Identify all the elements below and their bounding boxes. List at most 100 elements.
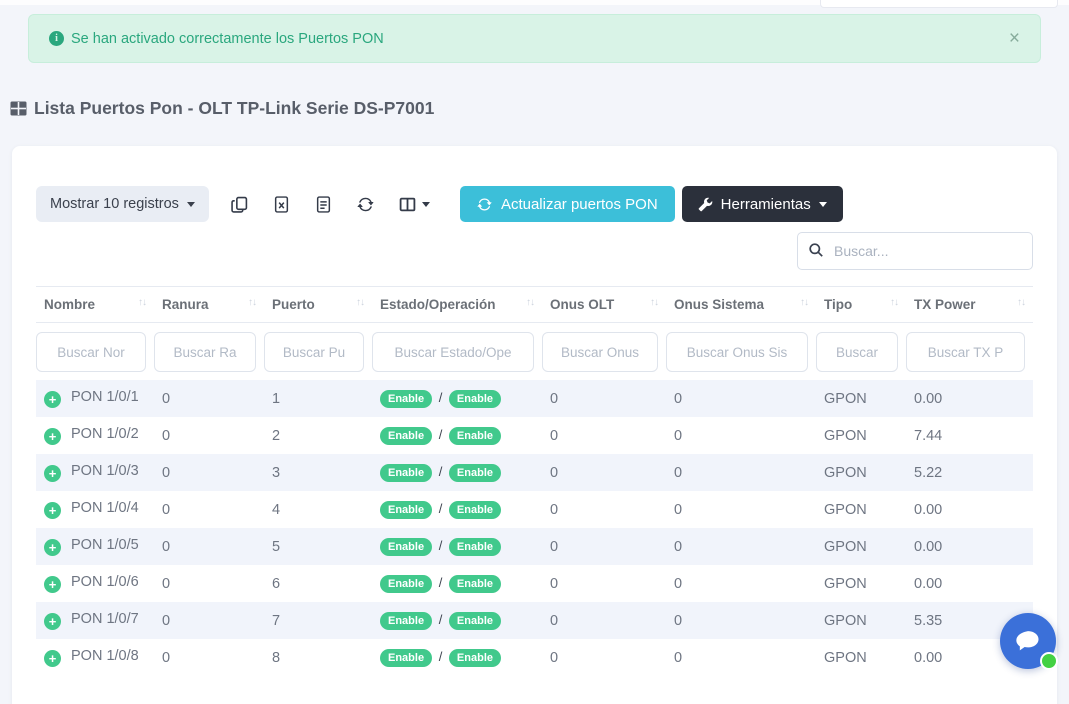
cell-onus-olt: 0 — [542, 454, 666, 491]
filter-input-onus-sistema[interactable] — [666, 332, 808, 372]
expand-row-icon[interactable]: + — [44, 576, 61, 593]
expand-row-icon[interactable]: + — [44, 391, 61, 408]
cell-tx-power: 5.22 — [906, 454, 1033, 491]
cell-nombre: + PON 1/0/2 — [36, 417, 154, 454]
admin-state-badge: Enable — [380, 649, 432, 667]
cell-onus-sistema: 0 — [666, 602, 816, 639]
filter-cell — [264, 323, 372, 381]
admin-state-badge: Enable — [380, 575, 432, 593]
sort-icons: ↑↓ — [526, 297, 534, 308]
chat-bubble-icon — [1014, 628, 1042, 654]
port-name: PON 1/0/3 — [71, 463, 139, 479]
column-header-ranura[interactable]: Ranura↑↓ — [154, 287, 264, 323]
cell-tipo: GPON — [816, 417, 906, 454]
filter-input-puerto[interactable] — [264, 332, 364, 372]
show-entries-dropdown[interactable]: Mostrar 10 registros — [36, 186, 209, 222]
estado-separator: / — [435, 649, 446, 664]
alert-close-icon[interactable]: × — [1009, 29, 1020, 48]
cell-onus-sistema: 0 — [666, 380, 816, 417]
admin-state-badge: Enable — [380, 612, 432, 630]
port-name: PON 1/0/2 — [71, 426, 139, 442]
cell-puerto: 7 — [264, 602, 372, 639]
search-icon — [808, 242, 824, 258]
sort-icons: ↑↓ — [650, 297, 658, 308]
filter-input-nombre[interactable] — [36, 332, 146, 372]
column-label: Puerto — [272, 297, 315, 312]
filter-cell — [906, 323, 1033, 381]
column-header-nombre[interactable]: Nombre↑↓ — [36, 287, 154, 323]
filter-cell — [154, 323, 264, 381]
cell-puerto: 6 — [264, 565, 372, 602]
table-row: +PON 1/0/202Enable / Enable00GPON7.44 — [36, 417, 1033, 454]
cell-tx-power: 7.44 — [906, 417, 1033, 454]
cell-nombre: +PON 1/0/7 — [36, 602, 154, 639]
sort-icons: ↑↓ — [248, 297, 256, 308]
cell-estado-operacion: Enable / Enable — [372, 565, 542, 602]
expand-row-icon[interactable]: + — [44, 650, 61, 667]
copy-icon[interactable] — [231, 196, 248, 213]
cell-tx-power: 0.00 — [906, 491, 1033, 528]
expand-row-icon[interactable]: + — [44, 502, 61, 519]
search-box — [797, 232, 1033, 270]
expand-row-icon[interactable]: + — [44, 613, 61, 630]
cell-estado-operacion: Enable / Enable — [372, 602, 542, 639]
column-visibility-dropdown[interactable] — [399, 196, 430, 213]
sort-icons: ↑↓ — [138, 297, 146, 308]
cell-estado-operacion: Enable / Enable — [372, 380, 542, 417]
cell-onus-olt: 0 — [542, 565, 666, 602]
column-label: Tipo — [824, 297, 852, 312]
chevron-down-icon — [422, 202, 430, 207]
port-name: PON 1/0/8 — [71, 648, 139, 664]
refresh-icon — [477, 197, 492, 212]
cell-onus-olt: 0 — [542, 602, 666, 639]
expand-row-icon[interactable]: + — [44, 539, 61, 556]
cell-puerto: 4 — [264, 491, 372, 528]
cell-ranura: 0 — [154, 380, 264, 417]
column-header-onus-sistema[interactable]: Onus Sistema↑↓ — [666, 287, 816, 323]
success-alert: i Se han activado correctamente los Puer… — [28, 14, 1041, 63]
cell-tipo: GPON — [816, 639, 906, 676]
pon-ports-table: Nombre↑↓Ranura↑↓Puerto↑↓Estado/Operación… — [36, 286, 1033, 676]
export-file-icon[interactable] — [315, 196, 332, 213]
filter-input-ranura[interactable] — [154, 332, 256, 372]
search-input[interactable] — [797, 232, 1033, 270]
estado-separator: / — [435, 464, 446, 479]
port-name: PON 1/0/5 — [71, 537, 139, 553]
expand-row-icon[interactable]: + — [44, 428, 61, 445]
column-label: Onus OLT — [550, 297, 614, 312]
cell-ranura: 0 — [154, 528, 264, 565]
tools-dropdown-label: Herramientas — [721, 196, 811, 213]
export-excel-icon[interactable] — [273, 196, 290, 213]
cell-estado-operacion: Enable / Enable — [372, 454, 542, 491]
column-header-tipo[interactable]: Tipo↑↓ — [816, 287, 906, 323]
column-header-tx-power[interactable]: TX Power↑↓ — [906, 287, 1033, 323]
expand-row-icon[interactable]: + — [44, 465, 61, 482]
sort-icons: ↑↓ — [800, 297, 808, 308]
estado-separator: / — [435, 538, 446, 553]
chevron-down-icon — [187, 202, 195, 207]
cell-onus-olt: 0 — [542, 528, 666, 565]
cell-ranura: 0 — [154, 602, 264, 639]
filter-input-tx-power[interactable] — [906, 332, 1025, 372]
column-header-estado-operaci-n[interactable]: Estado/Operación↑↓ — [372, 287, 542, 323]
cell-nombre: + PON 1/0/8 — [36, 639, 154, 676]
oper-state-badge: Enable — [449, 427, 501, 445]
tools-dropdown-button[interactable]: Herramientas — [682, 186, 843, 222]
refresh-icon[interactable] — [357, 196, 374, 213]
cell-tx-power: 0.00 — [906, 528, 1033, 565]
update-pon-ports-button[interactable]: Actualizar puertos PON — [460, 186, 675, 222]
filter-input-tipo[interactable] — [816, 332, 898, 372]
filter-input-onus-olt[interactable] — [542, 332, 658, 372]
column-header-puerto[interactable]: Puerto↑↓ — [264, 287, 372, 323]
filter-cell — [542, 323, 666, 381]
cell-tx-power: 0.00 — [906, 565, 1033, 602]
column-header-onus-olt[interactable]: Onus OLT ↑↓ — [542, 287, 666, 323]
top-cutoff-panel — [820, 0, 1058, 8]
table-row: +PON 1/0/707Enable / Enable00GPON5.35 — [36, 602, 1033, 639]
admin-state-badge: Enable — [380, 427, 432, 445]
oper-state-badge: Enable — [449, 612, 501, 630]
search-row — [36, 232, 1033, 270]
filter-input-estado-operaci-n[interactable] — [372, 332, 534, 372]
cell-puerto: 8 — [264, 639, 372, 676]
chat-widget-button[interactable] — [1000, 613, 1056, 669]
